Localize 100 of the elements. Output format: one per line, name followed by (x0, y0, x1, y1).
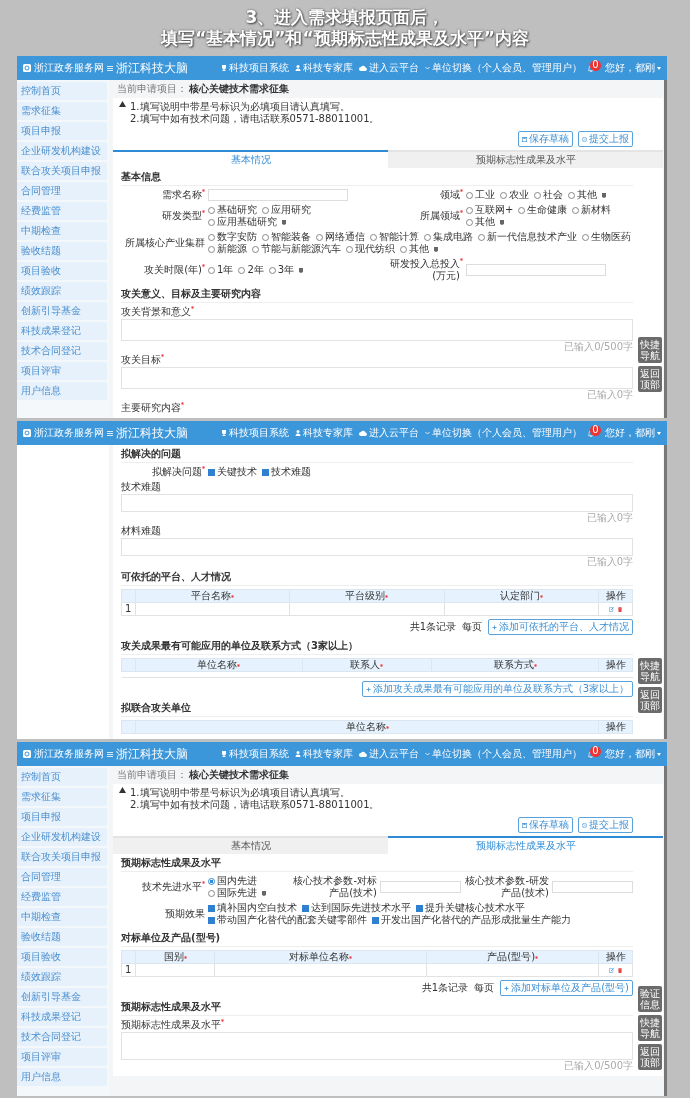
save-draft-button[interactable]: 保存草稿 (518, 131, 573, 147)
floating-button[interactable]: 返回顶部 (638, 1044, 662, 1070)
sidebar-item[interactable]: 用户信息 (17, 382, 107, 400)
nav-link[interactable]: 科技专家库 (295, 748, 353, 760)
tab[interactable]: 基本情况 (113, 836, 388, 854)
sidebar-item[interactable]: 绩效跟踪 (17, 968, 107, 986)
sidebar-item[interactable]: 技术合同登记 (17, 1028, 107, 1046)
sidebar-item[interactable]: 中期检查 (17, 908, 107, 926)
text-area[interactable] (121, 319, 633, 341)
sidebar-item[interactable]: 验收结题 (17, 242, 107, 260)
sidebar-item[interactable]: 项目申报 (17, 808, 107, 826)
radio-option[interactable]: 国内先进 (208, 875, 257, 887)
radio-option[interactable]: 现代纺织 (346, 243, 395, 255)
account-link[interactable]: 单位切换（个人会员、管理用户） (425, 748, 582, 760)
radio-option[interactable]: 1年 (208, 264, 234, 276)
sidebar-item[interactable]: 合同管理 (17, 868, 107, 886)
sidebar-item[interactable]: 控制首页 (17, 82, 107, 100)
text-area[interactable] (121, 538, 633, 556)
input-field[interactable] (380, 881, 461, 893)
edit-icon[interactable] (609, 967, 615, 973)
nav-link[interactable]: 进入云平台 (359, 427, 419, 439)
radio-option[interactable]: 网络通信 (316, 231, 365, 243)
user-menu[interactable]: 您好，都刚 (605, 748, 661, 760)
radio-option[interactable]: 新一代信息技术产业 (478, 231, 577, 243)
nav-link[interactable]: 科技专家库 (295, 62, 353, 74)
sidebar-item[interactable]: 合同管理 (17, 182, 107, 200)
floating-button[interactable]: 验证信息 (638, 986, 662, 1012)
input-field[interactable] (552, 881, 633, 893)
tab[interactable]: 预期标志性成果及水平 (388, 150, 663, 168)
sidebar-item[interactable]: 经费监管 (17, 202, 107, 220)
radio-option[interactable]: 基础研究 (208, 204, 257, 216)
page-size-select[interactable]: 每页 (462, 621, 482, 633)
sidebar-item[interactable]: 项目评审 (17, 1048, 107, 1066)
sidebar-item[interactable]: 科技成果登记 (17, 322, 107, 340)
account-link[interactable]: 单位切换（个人会员、管理用户） (425, 62, 582, 74)
sidebar-item[interactable]: 项目验收 (17, 948, 107, 966)
sidebar-item[interactable]: 项目申报 (17, 122, 107, 140)
sidebar-item[interactable]: 项目验收 (17, 262, 107, 280)
radio-option[interactable]: 生命健康 (518, 204, 568, 216)
add-button[interactable]: 添加对标单位及产品(型号) (500, 980, 633, 996)
nav-link[interactable]: 科技项目系统 (221, 427, 289, 439)
nav-link[interactable]: 科技项目系统 (221, 62, 289, 74)
nav-link[interactable]: 科技项目系统 (221, 748, 289, 760)
checkbox-option[interactable]: 开发出国产化替代的产品形成批量生产能力 (372, 914, 571, 926)
text-area[interactable] (121, 494, 633, 512)
radio-option[interactable]: 智能计算 (370, 231, 419, 243)
floating-button[interactable]: 返回顶部 (638, 687, 662, 713)
sidebar-item[interactable]: 项目评审 (17, 362, 107, 380)
radio-option[interactable]: 工业 (466, 189, 495, 201)
floating-button[interactable]: 快捷导航 (638, 1015, 662, 1041)
radio-option[interactable]: 3年 (268, 264, 295, 276)
checkbox-option[interactable]: 带动国产化替代的配套关键零部件 (208, 914, 367, 926)
save-draft-button[interactable]: 保存草稿 (518, 817, 573, 833)
radio-option[interactable]: 其他 (400, 243, 429, 255)
radio-option[interactable]: 生物医药 (582, 231, 631, 243)
sidebar-item[interactable]: 需求征集 (17, 788, 107, 806)
submit-button[interactable]: 提交上报 (578, 131, 633, 147)
text-area[interactable] (121, 367, 633, 389)
radio-option[interactable]: 应用研究 (262, 204, 311, 216)
floating-button[interactable]: 快捷导航 (638, 658, 662, 684)
edit-icon[interactable] (609, 606, 615, 612)
page-size-select[interactable]: 每页 (474, 982, 495, 994)
radio-option[interactable]: 其他 (466, 216, 495, 228)
sidebar-item[interactable]: 技术合同登记 (17, 342, 107, 360)
user-menu[interactable]: 您好，都刚 (605, 427, 661, 439)
radio-option[interactable]: 应用基础研究 (208, 216, 277, 228)
sidebar-item[interactable]: 验收结题 (17, 928, 107, 946)
floating-button[interactable]: 快捷导航 (638, 337, 662, 363)
sidebar-item[interactable]: 创新引导基金 (17, 302, 107, 320)
add-button[interactable]: 添加可依托的平台、人才情况 (488, 619, 633, 635)
sidebar-item[interactable]: 经费监管 (17, 888, 107, 906)
nav-link[interactable]: 进入云平台 (359, 62, 419, 74)
delete-icon[interactable] (617, 606, 622, 612)
user-menu[interactable]: 您好，都刚 (605, 62, 661, 74)
sidebar-item[interactable]: 科技成果登记 (17, 1008, 107, 1026)
radio-option[interactable]: 新材料 (572, 204, 612, 216)
sidebar-item[interactable]: 绩效跟踪 (17, 282, 107, 300)
sidebar-item[interactable]: 企业研发机构建设 (17, 828, 107, 846)
nav-link[interactable]: 进入云平台 (359, 748, 419, 760)
floating-button[interactable]: 返回顶部 (638, 366, 662, 392)
checkbox-option[interactable]: 提升关键核心技术水平 (416, 902, 525, 914)
sidebar-item[interactable]: 中期检查 (17, 222, 107, 240)
sidebar-item[interactable]: 企业研发机构建设 (17, 142, 107, 160)
checkbox-option[interactable]: 填补国内空白技术 (208, 902, 297, 914)
checkbox-option[interactable]: 技术难题 (262, 466, 311, 478)
radio-option[interactable]: 其他 (568, 189, 597, 201)
radio-option[interactable]: 社会 (534, 189, 563, 201)
radio-option[interactable]: 新能源 (208, 243, 247, 255)
account-link[interactable]: 单位切换（个人会员、管理用户） (425, 427, 582, 439)
radio-option[interactable]: 集成电路 (424, 231, 473, 243)
radio-option[interactable]: 农业 (500, 189, 529, 201)
tab[interactable]: 基本情况 (113, 150, 388, 168)
checkbox-option[interactable]: 达到国际先进技术水平 (302, 902, 411, 914)
nav-link[interactable]: 科技专家库 (295, 427, 353, 439)
text-area[interactable] (121, 1032, 633, 1060)
checkbox-option[interactable]: 关键技术 (208, 466, 257, 478)
radio-option[interactable]: 节能与新能源汽车 (252, 243, 341, 255)
radio-option[interactable]: 互联网+ (466, 204, 514, 216)
add-button[interactable]: 添加攻关成果最有可能应用的单位及联系方式（3家以上） (361, 681, 633, 697)
sidebar-item[interactable]: 用户信息 (17, 1068, 107, 1086)
